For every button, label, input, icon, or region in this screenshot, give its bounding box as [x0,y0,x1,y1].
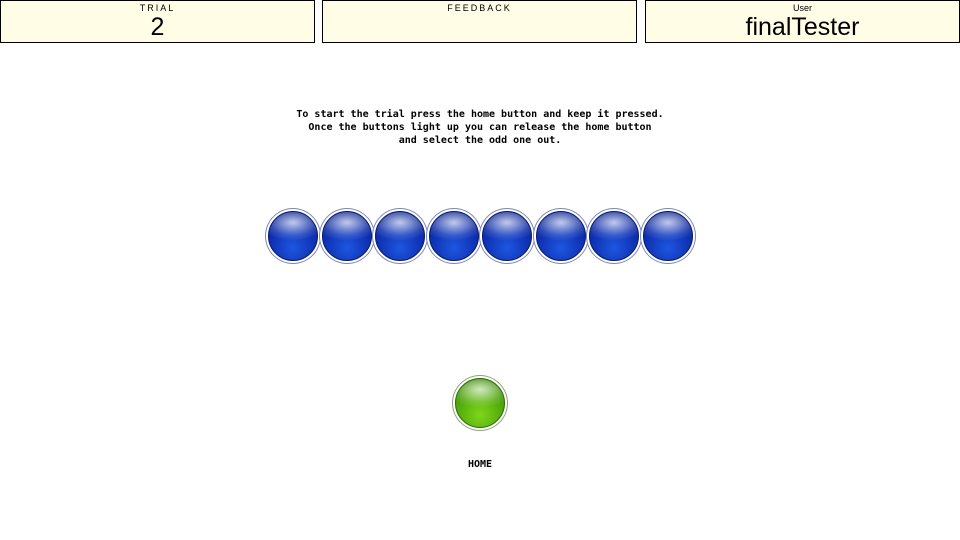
feedback-label: FEEDBACK [447,3,512,13]
instructions-line: Once the buttons light up you can releas… [308,122,652,133]
instructions-text: To start the trial press the home button… [180,108,780,147]
home-label: HOME [467,459,493,470]
trial-panel: TRIAL 2 [0,0,315,43]
choice-button-7[interactable] [589,211,639,261]
choice-button-5[interactable] [482,211,532,261]
choice-button-4[interactable] [428,211,479,261]
choice-button-2[interactable] [321,211,372,261]
instructions-line: and select the odd one out. [398,135,562,146]
trial-label: TRIAL [139,3,176,13]
user-name: finalTester [745,13,860,41]
choice-button-6[interactable] [535,211,586,261]
feedback-panel: FEEDBACK [322,0,637,43]
home-button[interactable] [455,378,505,428]
trial-number: 2 [150,13,165,41]
experiment-screen: TRIAL 2 FEEDBACK User finalTester To sta… [0,0,960,540]
user-panel: User finalTester [645,0,960,43]
choice-buttons-row [266,211,694,265]
user-label: User [792,3,812,13]
instructions-line: To start the trial press the home button… [296,109,664,120]
choice-button-1[interactable] [268,211,318,261]
choice-button-3[interactable] [375,211,425,261]
choice-button-8[interactable] [642,211,693,261]
